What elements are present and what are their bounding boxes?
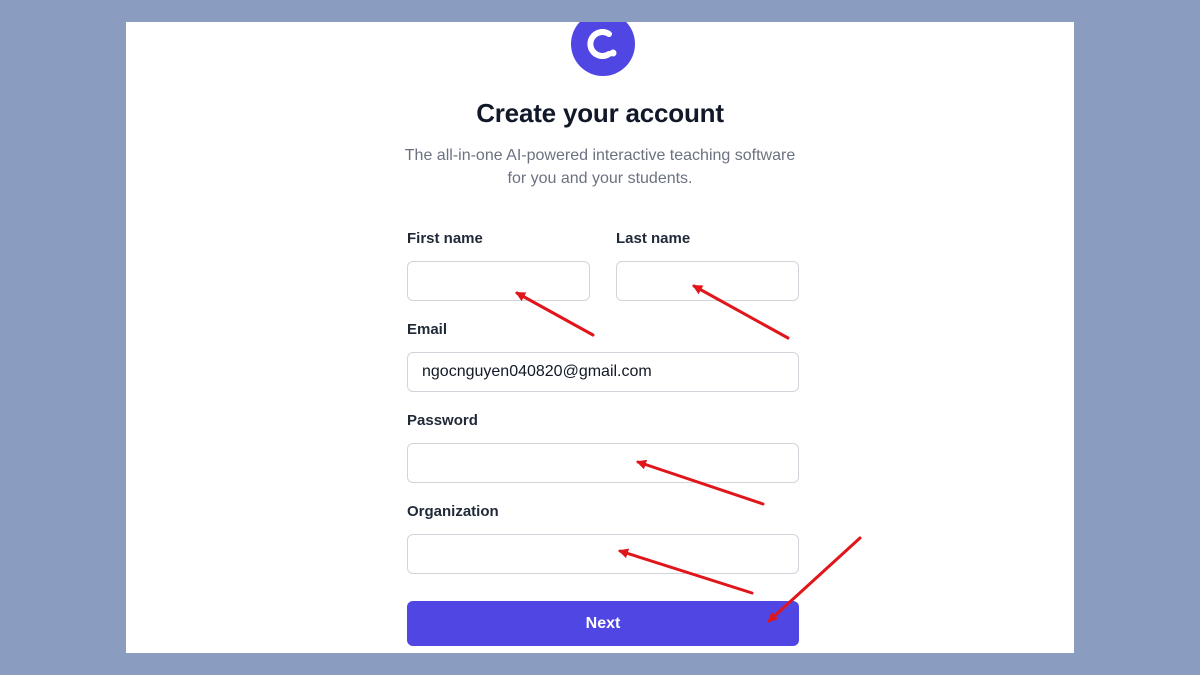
next-button[interactable]: Next (407, 601, 799, 646)
last-name-label: Last name (616, 230, 691, 247)
organization-label: Organization (407, 503, 499, 520)
email-label: Email (407, 321, 448, 338)
password-input[interactable] (407, 443, 799, 483)
organization-input[interactable] (407, 534, 799, 574)
email-input[interactable] (407, 352, 799, 392)
password-label: Password (407, 412, 478, 429)
first-name-label: First name (407, 230, 483, 247)
page-title: Create your account (476, 98, 724, 128)
signup-card: Create your account The all-in-one AI-po… (126, 22, 1074, 653)
first-name-input[interactable] (407, 261, 590, 301)
page-subtitle: The all-in-one AI-powered interactive te… (404, 147, 796, 187)
last-name-input[interactable] (616, 261, 799, 301)
c-logo-icon (571, 22, 635, 76)
